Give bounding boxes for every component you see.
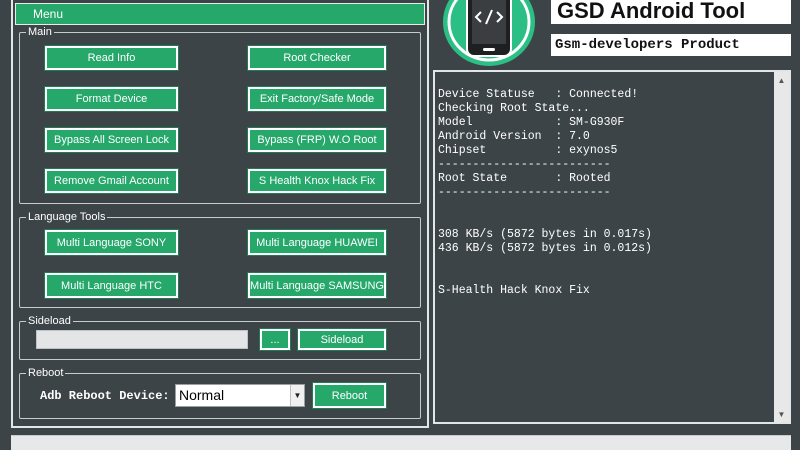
main-group-label: Main xyxy=(26,25,54,39)
bypass-frp-button[interactable]: Bypass (FRP) W.O Root xyxy=(247,127,387,153)
adb-reboot-label: Adb Reboot Device: xyxy=(40,389,170,403)
reboot-mode-value: Normal xyxy=(179,387,225,403)
multi-language-samsung-button[interactable]: Multi Language SAMSUNG xyxy=(247,272,387,299)
root-checker-button[interactable]: Root Checker xyxy=(247,45,387,71)
menu-bar[interactable]: Menu xyxy=(15,3,425,25)
s-health-knox-fix-button[interactable]: S Health Knox Hack Fix xyxy=(247,168,387,194)
app-title: GSD Android Tool xyxy=(551,0,791,24)
log-output: Device Statuse : Connected! Checking Root… xyxy=(438,88,773,298)
remove-gmail-button[interactable]: Remove Gmail Account xyxy=(44,168,179,194)
bypass-screen-lock-button[interactable]: Bypass All Screen Lock xyxy=(44,127,179,153)
format-device-button[interactable]: Format Device xyxy=(44,86,179,112)
sideload-label: Sideload xyxy=(26,314,73,328)
sideload-button[interactable]: Sideload xyxy=(297,328,387,351)
log-line: Android Version : 7.0 xyxy=(438,130,590,143)
multi-language-sony-button[interactable]: Multi Language SONY xyxy=(44,229,179,256)
sideload-file-input[interactable] xyxy=(36,330,248,349)
log-scrollbar[interactable]: ▲ ▼ xyxy=(774,72,789,422)
log-line: S-Health Hack Knox Fix xyxy=(438,284,590,297)
log-panel[interactable]: Device Statuse : Connected! Checking Root… xyxy=(433,70,791,424)
reboot-button[interactable]: Reboot xyxy=(312,382,387,409)
log-line: Device Statuse : Connected! xyxy=(438,88,639,101)
logo xyxy=(434,0,546,68)
left-panel: Menu Main Read Info Root Checker Format … xyxy=(11,0,429,428)
scroll-up-icon[interactable]: ▲ xyxy=(774,72,789,88)
language-tools-label: Language Tools xyxy=(26,210,108,224)
log-line: Root State : Rooted xyxy=(438,172,611,185)
log-line: ------------------------- xyxy=(438,186,611,199)
app-subtitle: Gsm-developers Product xyxy=(551,34,791,56)
log-line: Chipset : exynos5 xyxy=(438,144,618,157)
phone-code-icon xyxy=(443,0,535,66)
scroll-down-icon[interactable]: ▼ xyxy=(774,406,789,422)
sideload-browse-button[interactable]: ... xyxy=(259,328,291,351)
multi-language-htc-button[interactable]: Multi Language HTC xyxy=(44,272,179,299)
reboot-label: Reboot xyxy=(26,366,66,380)
status-bar xyxy=(11,435,791,450)
reboot-mode-select[interactable]: Normal ▼ xyxy=(175,384,305,407)
exit-factory-safe-mode-button[interactable]: Exit Factory/Safe Mode xyxy=(247,86,387,112)
read-info-button[interactable]: Read Info xyxy=(44,45,179,71)
log-line: 308 KB/s (5872 bytes in 0.017s) xyxy=(438,228,652,241)
multi-language-huawei-button[interactable]: Multi Language HUAWEI xyxy=(247,229,387,256)
log-line: Checking Root State... xyxy=(438,102,590,115)
log-line: ------------------------- xyxy=(438,158,611,171)
log-line: Model : SM-G930F xyxy=(438,116,625,129)
chevron-down-icon[interactable]: ▼ xyxy=(290,385,304,406)
log-line: 436 KB/s (5872 bytes in 0.012s) xyxy=(438,242,652,255)
